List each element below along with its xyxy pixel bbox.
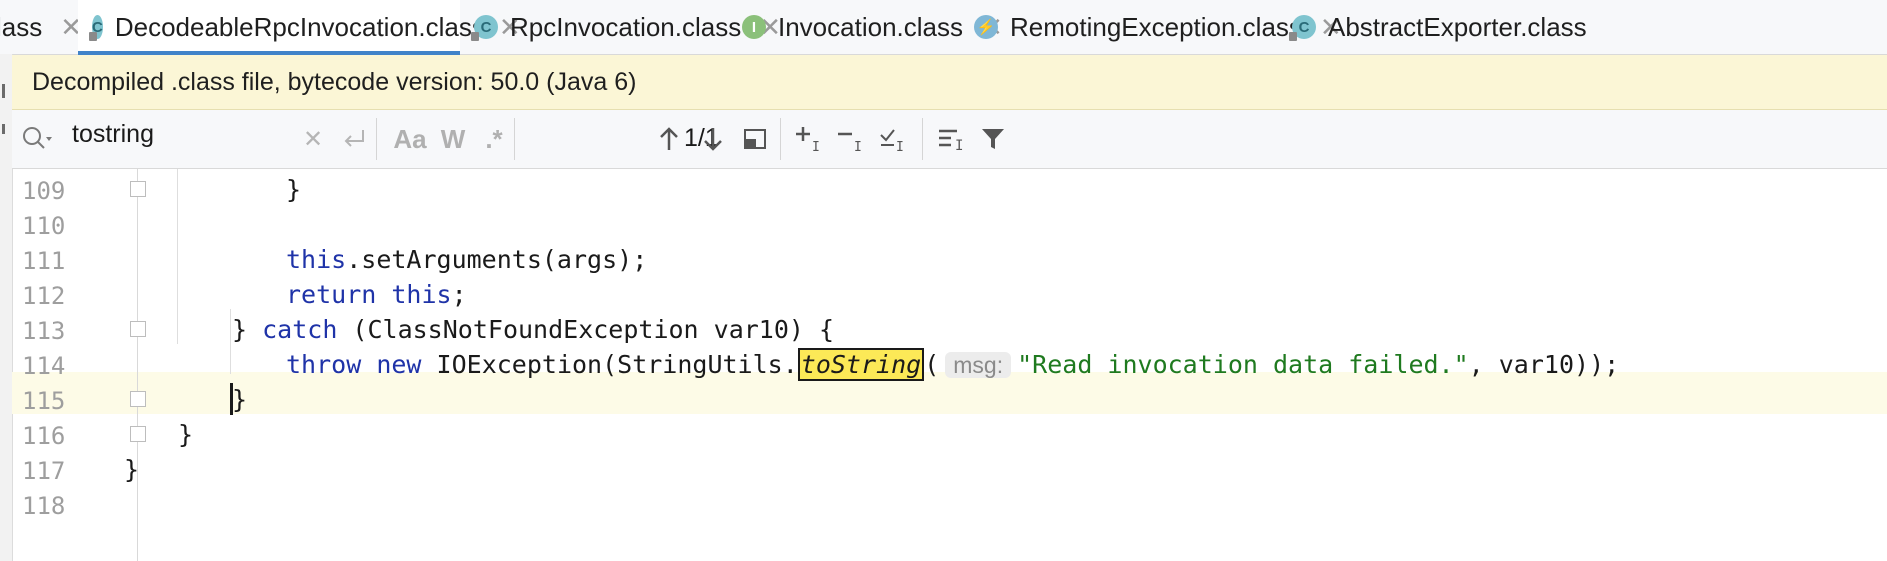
- svg-text:I: I: [896, 140, 904, 153]
- code-text: } catch (ClassNotFoundException var10) {: [232, 315, 834, 344]
- newline-icon[interactable]: [338, 124, 372, 154]
- code-editor[interactable]: 109 } 110 111 this.setArguments(args); 1…: [12, 169, 1887, 561]
- code-fragment: (: [924, 350, 940, 379]
- tab-label: Invocation.class: [778, 11, 963, 42]
- code-text: }: [124, 455, 140, 484]
- code-fragment: (ClassNotFoundException var10) {: [337, 315, 835, 344]
- tab-label: AbstractExporter.class: [1328, 11, 1587, 42]
- clear-icon[interactable]: ✕: [298, 124, 328, 154]
- line-number: 117: [22, 457, 66, 485]
- separator: [376, 118, 377, 160]
- lock-icon: [89, 32, 97, 41]
- tab-decodeable-rpc-invocation[interactable]: C DecodeableRpcInvocation.class ✕: [78, 0, 521, 55]
- filter-lines-icon[interactable]: I: [934, 122, 970, 156]
- class-icon: C: [471, 15, 498, 41]
- line-number: 118: [22, 492, 66, 520]
- select-all-occurrences-icon[interactable]: [738, 122, 772, 156]
- keyword: catch: [262, 315, 338, 344]
- remove-occurrence-icon[interactable]: I: [834, 122, 870, 156]
- svg-text:I: I: [854, 140, 862, 153]
- code-fragment: .setArguments(args);: [346, 245, 648, 274]
- tab-label: lass: [0, 11, 43, 42]
- editor-tab-bar: lass ✕ C DecodeableRpcInvocation.class ✕…: [0, 0, 1887, 55]
- separator: [780, 118, 781, 160]
- parameter-hint: msg:: [945, 352, 1012, 378]
- tab-label: RemotingException.class: [1010, 11, 1302, 42]
- code-fragment: , var10));: [1468, 350, 1620, 379]
- search-input[interactable]: tostring: [72, 120, 154, 149]
- tab-label: RpcInvocation.class: [510, 11, 742, 42]
- interface-icon: I: [742, 15, 766, 39]
- search-icon[interactable]: [20, 124, 54, 154]
- line-number: 114: [22, 352, 66, 380]
- words-toggle[interactable]: W: [436, 122, 470, 156]
- tab-label: DecodeableRpcInvocation.class: [114, 11, 485, 42]
- code-text: }: [232, 385, 248, 414]
- svg-text:I: I: [812, 140, 820, 153]
- strip-marker: [2, 84, 5, 98]
- code-text: this.setArguments(args);: [286, 245, 647, 274]
- exception-icon: ⚡: [974, 15, 998, 39]
- code-text: throw new IOException(StringUtils. toStri…: [286, 348, 1620, 381]
- line-number: 112: [22, 282, 66, 310]
- find-bar: tostring ✕ Aa W .* 1/1 I I I I: [12, 110, 1887, 169]
- line-number: 115: [22, 387, 66, 415]
- fold-toggle-icon[interactable]: [130, 321, 146, 337]
- code-text: }: [178, 420, 194, 449]
- keyword: throw: [286, 350, 362, 379]
- tab-remoting-exception[interactable]: ⚡ RemotingException.class ✕: [974, 0, 1342, 54]
- keyword: new: [376, 350, 422, 379]
- search-match-highlight: toString: [797, 348, 925, 381]
- class-icon: C: [1289, 15, 1316, 41]
- arrow-up-icon[interactable]: [652, 122, 686, 156]
- line-number: 116: [22, 422, 66, 450]
- keyword: this: [391, 280, 452, 309]
- line-number: 113: [22, 317, 66, 345]
- code-fragment: }: [232, 315, 263, 344]
- separator: [922, 118, 923, 160]
- lock-icon: [471, 32, 479, 41]
- tab-abstract-exporter[interactable]: C AbstractExporter.class: [1289, 0, 1587, 54]
- code-fragment: ;: [451, 280, 467, 309]
- regex-toggle[interactable]: .*: [474, 122, 514, 156]
- fold-end-icon[interactable]: [130, 181, 146, 197]
- class-icon: C: [89, 15, 103, 41]
- tab-rpc-invocation[interactable]: C RpcInvocation.class ✕: [471, 0, 781, 54]
- tab-invocation[interactable]: I Invocation.class ✕: [742, 0, 1003, 54]
- match-case-toggle[interactable]: Aa: [388, 122, 432, 156]
- add-occurrence-icon[interactable]: I: [792, 122, 828, 156]
- separator: [514, 118, 515, 160]
- keyword: return: [286, 280, 377, 309]
- line-number: 111: [22, 247, 66, 275]
- decompiled-banner: Decompiled .class file, bytecode version…: [12, 55, 1887, 110]
- fold-end-icon[interactable]: [130, 426, 146, 442]
- lock-icon: [1289, 32, 1297, 41]
- fold-end-icon[interactable]: [130, 391, 146, 407]
- line-number: 110: [22, 212, 66, 240]
- string-literal: "Read invocation data failed.": [1017, 350, 1469, 379]
- svg-text:I: I: [955, 138, 963, 152]
- code-fragment: IOException(StringUtils.: [421, 350, 798, 379]
- text-caret: [230, 383, 233, 415]
- filter-icon[interactable]: [976, 122, 1010, 156]
- code-line: 118: [12, 484, 1887, 526]
- keyword: this: [286, 245, 347, 274]
- code-text: }: [286, 175, 302, 204]
- line-number: 109: [22, 177, 66, 205]
- strip-marker: [2, 124, 5, 134]
- select-all-checks-icon[interactable]: I: [876, 122, 912, 156]
- code-text: return this;: [286, 280, 467, 309]
- arrow-down-icon[interactable]: [696, 122, 730, 156]
- banner-text: Decompiled .class file, bytecode version…: [32, 67, 637, 96]
- tab-partial-class[interactable]: lass ✕: [0, 0, 82, 54]
